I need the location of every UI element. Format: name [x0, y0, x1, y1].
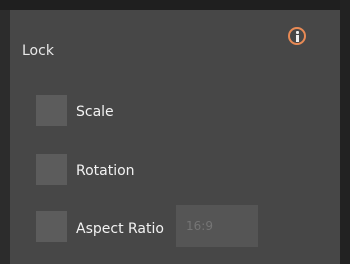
panel-right-edge — [340, 0, 350, 264]
scale-checkbox[interactable] — [36, 95, 67, 126]
rotation-label: Rotation — [76, 163, 135, 179]
rotation-checkbox[interactable] — [36, 154, 67, 185]
aspect-ratio-label: Aspect Ratio — [76, 221, 164, 237]
info-icon[interactable] — [288, 27, 306, 45]
aspect-ratio-checkbox[interactable] — [36, 211, 67, 242]
aspect-ratio-input[interactable] — [176, 205, 258, 247]
panel-top-edge — [0, 0, 350, 10]
lock-panel-title: Lock — [22, 43, 54, 59]
scale-label: Scale — [76, 104, 114, 120]
